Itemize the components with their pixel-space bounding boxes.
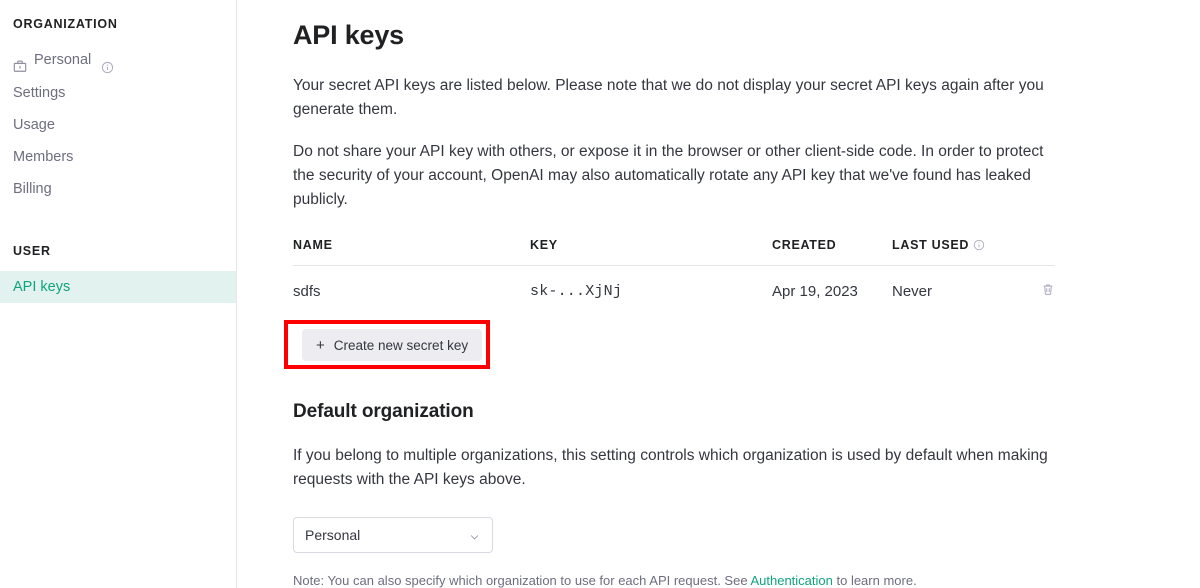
column-header-last-used: LAST USED <box>892 238 1012 266</box>
authentication-link[interactable]: Authentication <box>750 573 832 588</box>
api-keys-table: NAME KEY CREATED LAST USED sdfs sk-...Xj… <box>293 238 1055 315</box>
intro-paragraph-1: Your secret API keys are listed below. P… <box>293 77 1044 118</box>
sidebar-item-billing-label: Billing <box>13 181 52 197</box>
organization-note: Note: You can also specify which organiz… <box>293 571 1055 588</box>
table-header-row: NAME KEY CREATED LAST USED <box>293 238 1055 266</box>
sidebar-item-personal-label: Personal <box>34 52 92 68</box>
briefcase-icon <box>13 53 27 72</box>
intro-paragraph-2: Do not share your API key with others, o… <box>293 143 1044 208</box>
sidebar-item-usage-label: Usage <box>13 117 55 133</box>
default-organization-select-wrapper: Personal <box>293 517 493 553</box>
column-header-actions <box>1012 238 1055 266</box>
cell-key-value: sk-...XjNj <box>530 283 623 300</box>
cell-key-name: sdfs <box>293 283 321 300</box>
page-title: API keys <box>293 20 404 50</box>
sidebar-item-billing[interactable]: Billing <box>0 173 236 205</box>
create-key-highlight-region: + Create new secret key <box>284 320 490 369</box>
create-new-secret-key-label: Create new secret key <box>333 337 469 353</box>
sidebar-item-api-keys[interactable]: API keys <box>0 271 236 303</box>
default-organization-title: Default organization <box>293 401 474 422</box>
sidebar: ORGANIZATION Personal Settings Usage Mem… <box>0 0 237 588</box>
sidebar-item-usage[interactable]: Usage <box>0 109 236 141</box>
column-header-key: KEY <box>530 238 772 266</box>
sidebar-section-user: USER <box>13 244 51 258</box>
table-header: NAME KEY CREATED LAST USED <box>293 238 1055 266</box>
cell-last-used: Never <box>892 283 933 300</box>
delete-key-button[interactable] <box>1041 282 1055 297</box>
info-icon[interactable] <box>973 239 985 251</box>
sidebar-item-settings-label: Settings <box>13 85 66 101</box>
column-header-created: CREATED <box>772 238 892 266</box>
note-text-before-link: Note: You can also specify which organiz… <box>293 573 751 588</box>
sidebar-item-members[interactable]: Members <box>0 141 236 173</box>
api-keys-page: ORGANIZATION Personal Settings Usage Mem… <box>0 0 1200 588</box>
cell-created: Apr 19, 2023 <box>772 283 858 300</box>
cell-actions <box>1012 266 1055 316</box>
info-icon[interactable] <box>101 54 114 73</box>
sidebar-item-members-label: Members <box>13 149 74 165</box>
plus-icon: + <box>316 336 325 354</box>
table-body: sdfs sk-...XjNj Apr 19, 2023 Never <box>293 266 1055 316</box>
note-text-after-link: to learn more. <box>832 573 917 588</box>
sidebar-item-api-keys-label: API keys <box>13 279 71 295</box>
sidebar-item-personal[interactable]: Personal <box>0 45 236 75</box>
main-content: API keys Your secret API keys are listed… <box>237 0 1200 588</box>
column-header-last-used-label: LAST USED <box>892 238 970 252</box>
column-header-name: NAME <box>293 238 530 266</box>
default-organization-description: If you belong to multiple organizations,… <box>293 447 1048 488</box>
sidebar-section-organization: ORGANIZATION <box>13 17 118 31</box>
trash-icon <box>1041 284 1055 300</box>
default-organization-select[interactable]: Personal <box>293 517 493 553</box>
create-new-secret-key-button[interactable]: + Create new secret key <box>302 329 483 361</box>
table-row: sdfs sk-...XjNj Apr 19, 2023 Never <box>293 266 1055 316</box>
sidebar-item-settings[interactable]: Settings <box>0 77 236 109</box>
